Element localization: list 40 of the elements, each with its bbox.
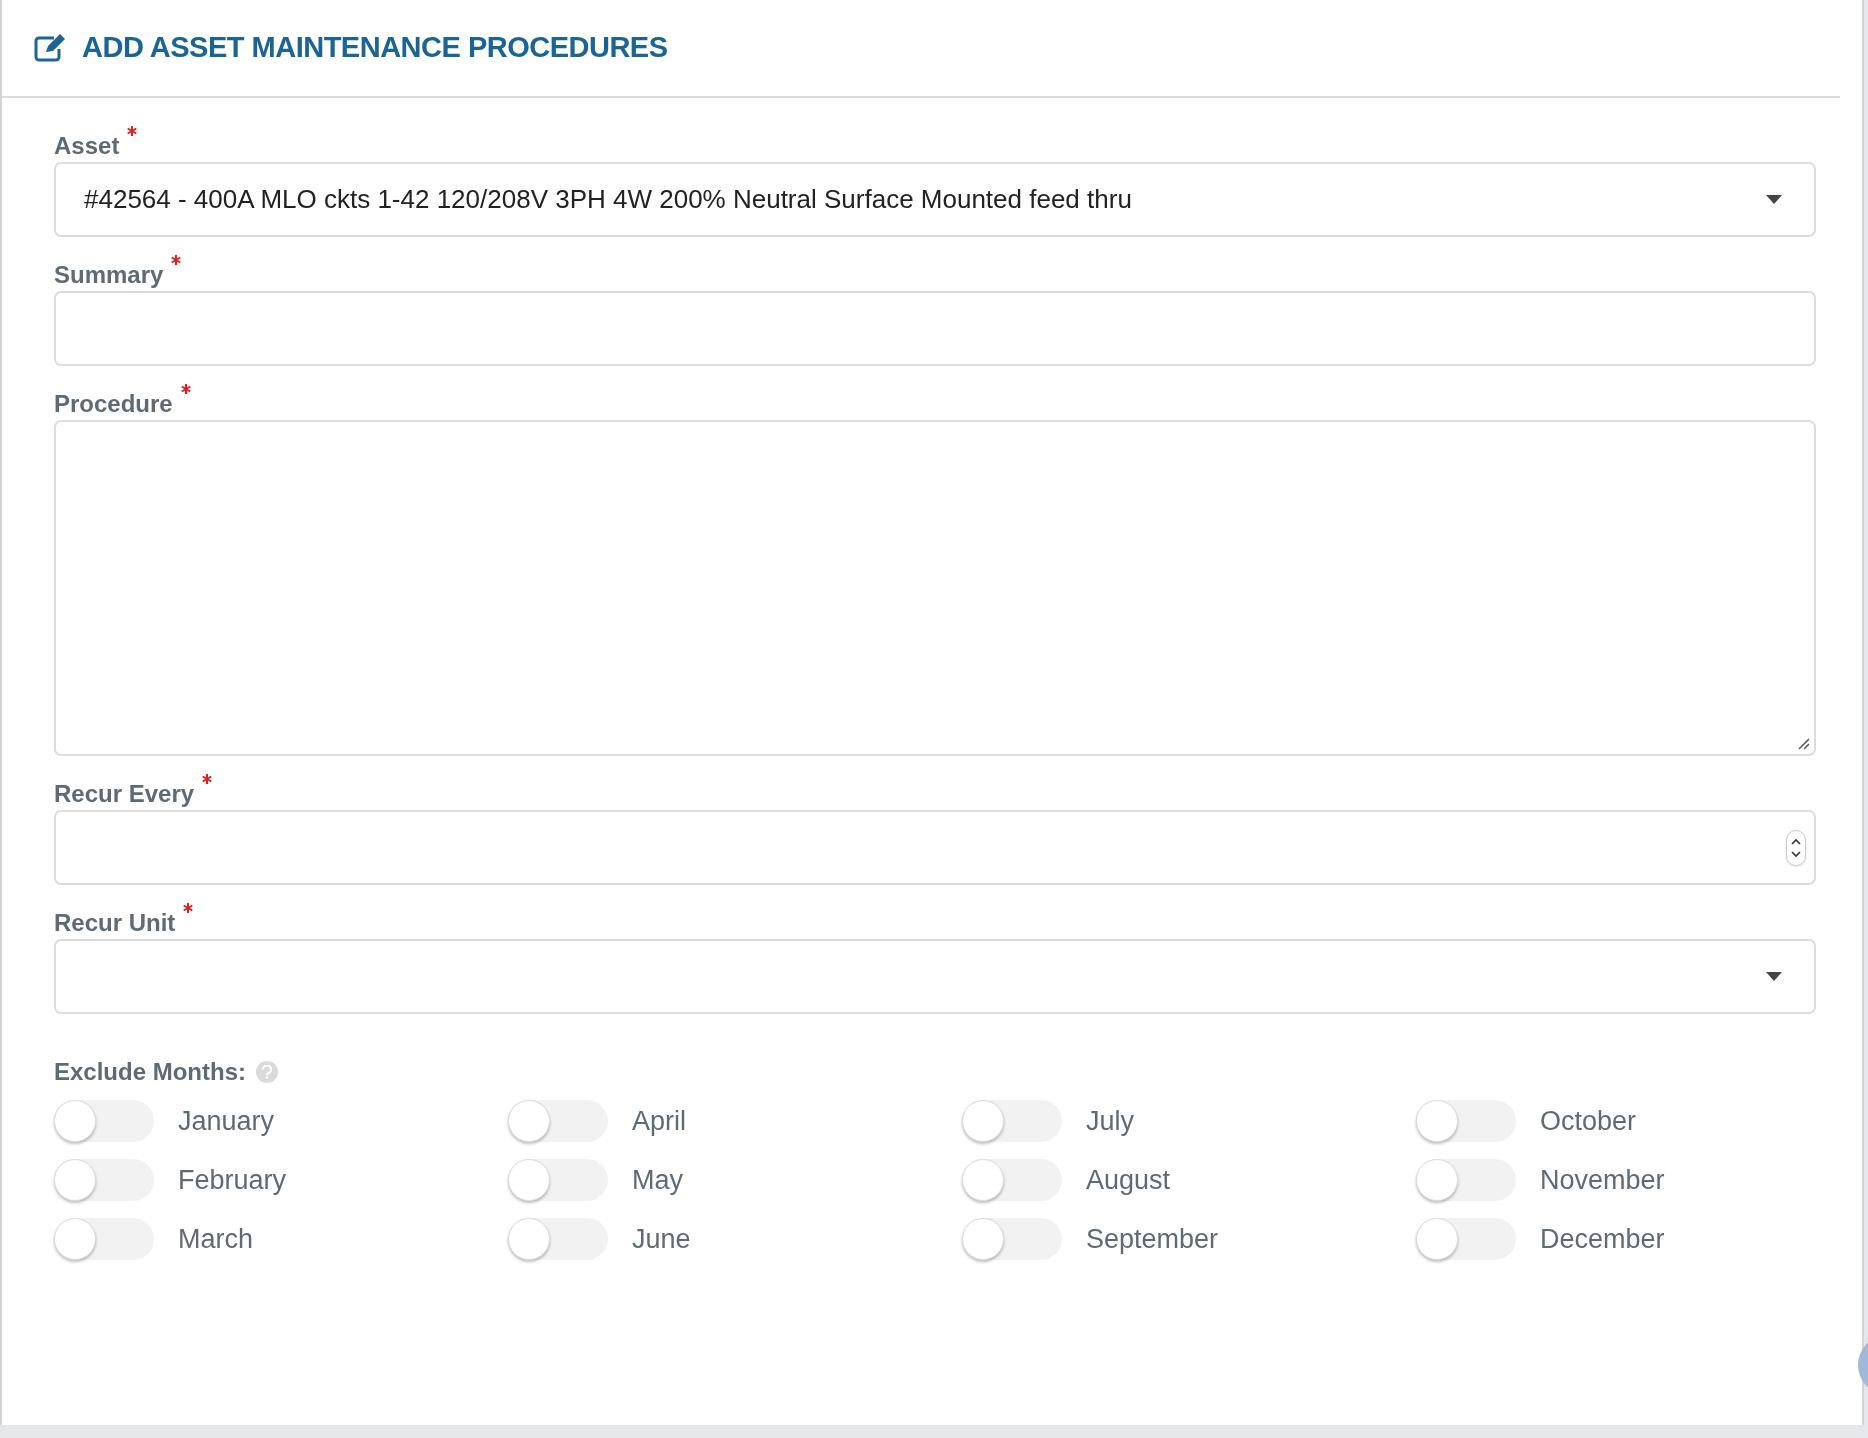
month-label: August bbox=[1086, 1163, 1171, 1197]
field-label: Asset bbox=[54, 131, 120, 161]
number-field[interactable] bbox=[54, 810, 1816, 885]
toggle-switch[interactable] bbox=[962, 1218, 1062, 1260]
input-field[interactable] bbox=[54, 291, 1816, 366]
month-label: July bbox=[1086, 1104, 1134, 1138]
toggle-switch[interactable] bbox=[1416, 1100, 1516, 1142]
month-label: June bbox=[632, 1222, 691, 1256]
dropdown-field[interactable]: #42564 - 400A MLO ckts 1-42 120/208V 3PH 4W 200% Neutral Surface Mounted feed thru bbox=[54, 162, 1816, 237]
month-label: May bbox=[632, 1163, 683, 1197]
field-label: Procedure bbox=[54, 389, 173, 419]
toggle-switch[interactable] bbox=[1416, 1218, 1516, 1260]
resize-handle-icon[interactable] bbox=[1798, 738, 1810, 750]
toggle-switch[interactable] bbox=[54, 1100, 154, 1142]
field-label: Exclude Months: bbox=[54, 1057, 246, 1087]
toggle-switch[interactable] bbox=[508, 1159, 608, 1201]
field-label: Recur Every bbox=[54, 779, 195, 809]
month-label: April bbox=[632, 1104, 686, 1138]
toggle-switch[interactable] bbox=[508, 1218, 608, 1260]
caret-icon bbox=[1766, 195, 1782, 204]
toggle-switch[interactable] bbox=[54, 1218, 154, 1260]
toggle-switch[interactable] bbox=[962, 1159, 1062, 1201]
field-label: Summary bbox=[54, 260, 164, 290]
toggle-switch[interactable] bbox=[508, 1100, 608, 1142]
dropdown-field[interactable] bbox=[54, 939, 1816, 1014]
field-label: Recur Unit bbox=[54, 908, 176, 938]
caret-icon bbox=[1766, 972, 1782, 981]
edit-icon bbox=[34, 34, 66, 62]
help-icon[interactable] bbox=[256, 1061, 278, 1083]
toggle-switch[interactable] bbox=[962, 1100, 1062, 1142]
toggle-switch[interactable] bbox=[1416, 1159, 1516, 1201]
month-label: October bbox=[1540, 1104, 1637, 1138]
month-label: November bbox=[1540, 1163, 1665, 1197]
toggle-switch[interactable] bbox=[54, 1159, 154, 1201]
form-title: ADD ASSET MAINTENANCE PROCEDURES bbox=[82, 30, 668, 66]
month-label: January bbox=[178, 1104, 275, 1138]
month-label: December bbox=[1540, 1222, 1665, 1256]
month-label: February bbox=[178, 1163, 287, 1197]
month-label: March bbox=[178, 1222, 253, 1256]
month-label: September bbox=[1086, 1222, 1219, 1256]
